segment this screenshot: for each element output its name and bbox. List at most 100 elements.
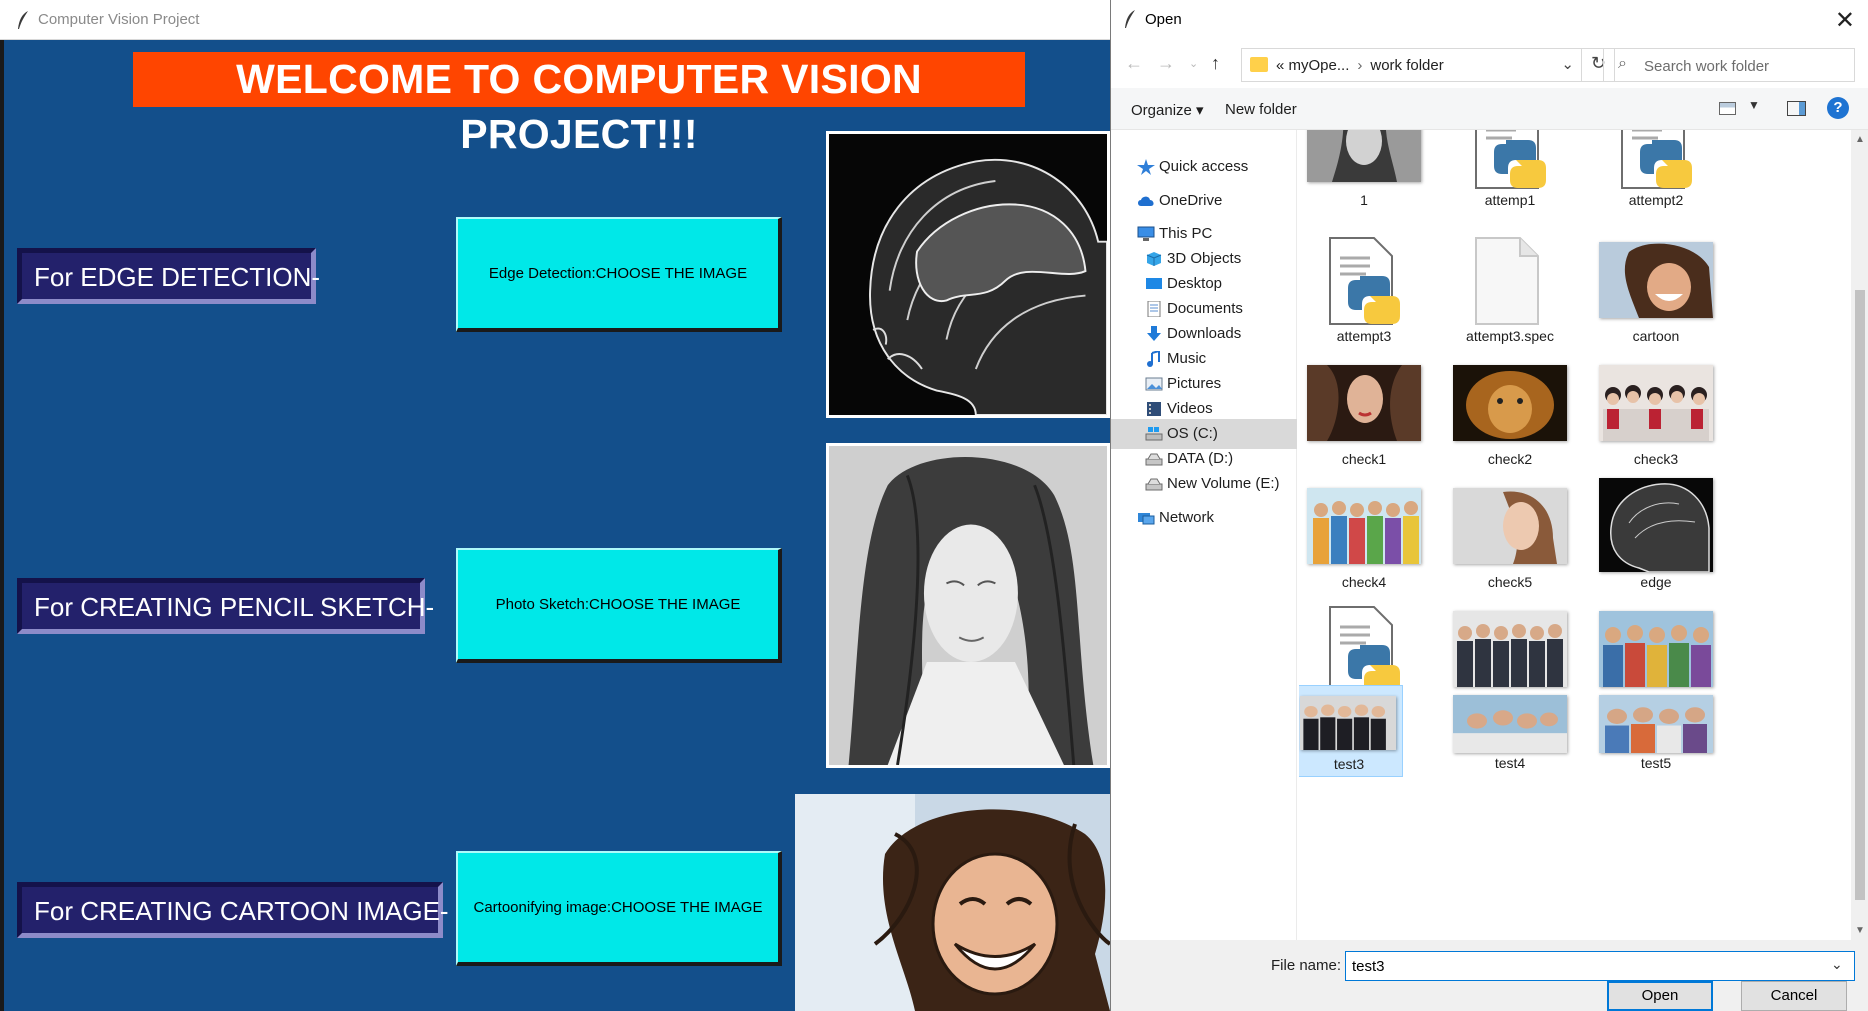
nav-item-label: Quick access — [1159, 158, 1249, 175]
nav-item-onedrive[interactable]: OneDrive — [1111, 186, 1297, 216]
forward-arrow-icon[interactable]: → — [1157, 53, 1175, 74]
address-dropdown-chevron-icon[interactable]: ⌄ — [1561, 55, 1574, 73]
up-arrow-icon[interactable]: ↑ — [1211, 53, 1220, 74]
python-file-icon — [1329, 237, 1400, 325]
open-file-dialog: Open ✕ ← → ⌄ ↑ « myOpe... › work folder ⌄ … — [1110, 0, 1868, 1011]
star-icon — [1137, 159, 1155, 175]
file-item-attempt2[interactable]: attempt2 — [1591, 130, 1721, 212]
file-name-input[interactable] — [1345, 951, 1855, 981]
image-thumbnail — [1300, 696, 1396, 750]
python-file-icon — [1621, 130, 1692, 189]
file-item-attemp1[interactable]: attemp1 — [1445, 130, 1575, 212]
breadcrumb-parent[interactable]: myOpe... — [1289, 57, 1350, 74]
main-window: Computer Vision Project WELCOME TO COMPU… — [0, 0, 1110, 1011]
file-name: check1 — [1341, 451, 1387, 467]
file-item-check3[interactable]: check3 — [1591, 359, 1721, 471]
file-name: check4 — [1341, 574, 1387, 590]
cartoon-button[interactable]: Cartoonifying image:CHOOSE THE IMAGE — [456, 851, 782, 966]
image-thumbnail — [1307, 130, 1421, 182]
nav-item-label: New Volume (E:) — [1167, 475, 1280, 492]
file-name: cartoon — [1632, 328, 1680, 344]
nav-item-quick-access[interactable]: Quick access — [1111, 152, 1297, 182]
file-name: test5 — [1640, 755, 1672, 771]
scrollbar-thumb[interactable] — [1855, 290, 1865, 900]
search-box[interactable]: ⌕ Search work folder — [1603, 48, 1855, 82]
view-dropdown-chevron-icon[interactable]: ▼ — [1748, 98, 1760, 112]
videos-icon — [1147, 402, 1161, 416]
breadcrumb-overflow[interactable]: « — [1276, 57, 1284, 74]
nav-item-label: 3D Objects — [1167, 250, 1242, 267]
search-icon: ⌕ — [1618, 55, 1627, 72]
file-item-test3[interactable]: test3 — [1299, 685, 1403, 777]
file-item-check1[interactable]: check1 — [1299, 359, 1429, 471]
image-thumbnail — [1453, 695, 1567, 753]
file-item-test5[interactable]: test5 — [1591, 685, 1721, 777]
file-item-check5[interactable]: check5 — [1445, 482, 1575, 594]
back-arrow-icon[interactable]: ← — [1125, 53, 1143, 74]
welcome-banner: WELCOME TO COMPUTER VISION PROJECT!!! — [133, 52, 1025, 157]
scroll-down-arrow-icon[interactable]: ▼ — [1855, 925, 1865, 936]
nav-item-label: Videos — [1167, 400, 1213, 417]
edge-detection-button[interactable]: Edge Detection:CHOOSE THE IMAGE — [456, 217, 782, 332]
cloud-icon — [1138, 196, 1154, 206]
breadcrumb-separator-icon: › — [1357, 57, 1363, 74]
file-list: 1 attemp1 attempt2 attempt3 attempt3.spe… — [1299, 130, 1849, 940]
nav-item-label: OneDrive — [1159, 192, 1223, 209]
scroll-up-arrow-icon[interactable]: ▲ — [1855, 134, 1865, 145]
new-folder-button[interactable]: New folder — [1225, 101, 1297, 118]
breadcrumb-current[interactable]: work folder — [1370, 57, 1443, 74]
nav-item-label: OS (C:) — [1167, 425, 1218, 442]
main-window-title: Computer Vision Project — [38, 11, 200, 28]
file-name: attemp1 — [1484, 192, 1536, 208]
cartoon-preview-image — [795, 794, 1110, 1011]
nav-item-label: Documents — [1167, 300, 1243, 317]
blank-file-icon — [1475, 237, 1539, 325]
close-icon[interactable]: ✕ — [1835, 6, 1855, 35]
dialog-title: Open — [1145, 11, 1182, 28]
file-item-check4[interactable]: check4 — [1299, 482, 1429, 594]
document-icon — [1147, 301, 1161, 317]
file-list-scrollbar[interactable]: ▲ ▼ — [1851, 130, 1868, 940]
nav-item-label: DATA (D:) — [1167, 450, 1234, 467]
file-name: check3 — [1633, 451, 1679, 467]
edge-detection-label: For EDGE DETECTION- — [17, 248, 320, 304]
dialog-toolbar: Organize ▾ New folder ▼ ? — [1111, 88, 1868, 130]
image-thumbnail — [1307, 488, 1421, 564]
recent-locations-chevron-icon[interactable]: ⌄ — [1189, 57, 1198, 70]
pencil-sketch-button[interactable]: Photo Sketch:CHOOSE THE IMAGE — [456, 548, 782, 663]
dialog-titlebar[interactable]: Open ✕ — [1111, 0, 1868, 40]
image-thumbnail — [1599, 242, 1713, 318]
address-bar[interactable]: « myOpe... › work folder ⌄ ↻ — [1241, 48, 1615, 82]
file-name: test4 — [1494, 755, 1526, 771]
sketch-preview-image — [826, 443, 1110, 768]
python-file-icon — [1475, 130, 1546, 189]
breadcrumb: « myOpe... › work folder — [1276, 57, 1444, 74]
file-name: attempt3.spec — [1466, 328, 1554, 344]
nav-item-label: Network — [1159, 509, 1215, 526]
music-icon — [1147, 351, 1160, 367]
file-item-1[interactable]: 1 — [1299, 130, 1429, 212]
nav-item-network[interactable]: Network — [1111, 503, 1297, 533]
file-name: test3 — [1333, 756, 1365, 772]
cancel-button[interactable]: Cancel — [1741, 981, 1847, 1011]
dialog-footer: File name: ⌄ Open Cancel — [1111, 940, 1868, 1011]
nav-item-label: Music — [1167, 350, 1207, 367]
file-item-attempt3-spec[interactable]: attempt3.spec — [1445, 236, 1575, 348]
organize-menu-button[interactable]: Organize ▾ — [1131, 101, 1204, 119]
preview-pane-icon[interactable] — [1787, 101, 1806, 116]
file-item-check2[interactable]: check2 — [1445, 359, 1575, 471]
nav-item-new-volume-e[interactable]: New Volume (E:) — [1111, 469, 1297, 499]
pencil-sketch-label: For CREATING PENCIL SKETCH- — [17, 578, 434, 634]
file-item-test4[interactable]: test4 — [1445, 685, 1575, 777]
cube-icon — [1146, 252, 1162, 266]
feather-icon — [18, 11, 28, 29]
file-item-attempt3[interactable]: attempt3 — [1299, 236, 1429, 348]
file-item-cartoon[interactable]: cartoon — [1591, 236, 1721, 348]
main-titlebar[interactable]: Computer Vision Project — [0, 0, 1110, 40]
file-item-edge[interactable]: edge — [1591, 478, 1721, 594]
view-options-icon[interactable] — [1719, 102, 1736, 115]
help-icon[interactable]: ? — [1827, 97, 1849, 119]
address-divider — [1581, 49, 1582, 81]
file-name-dropdown-chevron-icon[interactable]: ⌄ — [1831, 956, 1843, 973]
open-button[interactable]: Open — [1607, 981, 1713, 1011]
